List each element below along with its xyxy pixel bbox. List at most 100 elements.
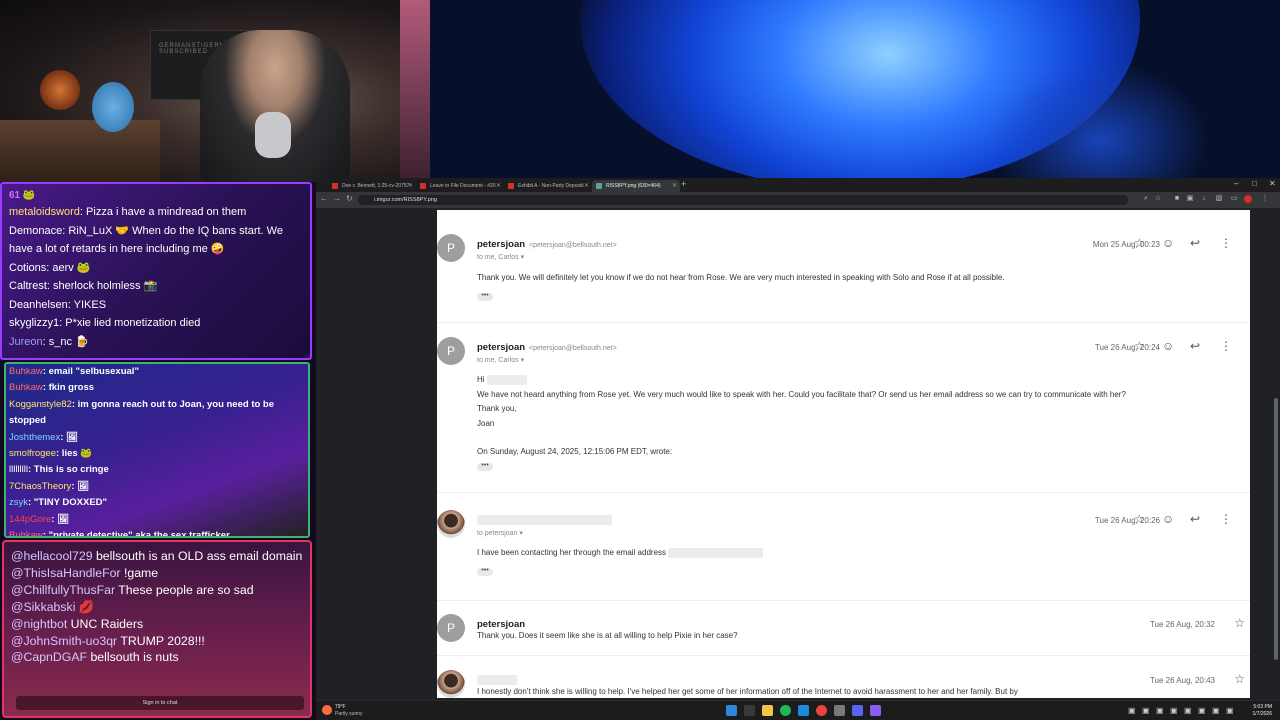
extensions-puzzle-icon[interactable]: ▧ bbox=[1215, 195, 1223, 203]
start-windows-icon[interactable] bbox=[726, 705, 737, 716]
spotify-icon[interactable] bbox=[780, 705, 791, 716]
star-icon[interactable]: ☆ bbox=[1234, 672, 1245, 686]
chat-username[interactable]: metaloidsword bbox=[9, 206, 80, 218]
chat-message: metaloidsword: Pizza i have a mindread o… bbox=[9, 203, 303, 222]
task-view-icon[interactable] bbox=[744, 705, 755, 716]
more-options-icon[interactable]: ⋮ bbox=[1220, 512, 1232, 526]
show-trimmed-content-button[interactable]: ••• bbox=[477, 567, 493, 576]
recipient-line[interactable]: to petersjoan ▾ bbox=[477, 529, 523, 537]
tray-icon[interactable]: ▣ bbox=[1142, 706, 1150, 715]
sidebar-icon[interactable]: ▭ bbox=[1230, 195, 1238, 203]
reply-icon[interactable]: ↩ bbox=[1190, 512, 1200, 526]
chat-username[interactable]: @JohnSmith-uo3qr bbox=[11, 634, 117, 648]
chat-username[interactable]: Deanhelsen bbox=[9, 299, 68, 311]
edge-icon[interactable] bbox=[798, 705, 809, 716]
tray-icon[interactable]: ▣ bbox=[1212, 706, 1220, 715]
tray-icon[interactable]: ▣ bbox=[1170, 706, 1178, 715]
chat-username[interactable]: @nightbot bbox=[11, 617, 67, 631]
chat-username[interactable]: Buhkaw bbox=[9, 366, 43, 377]
file-explorer-icon[interactable] bbox=[762, 705, 773, 716]
tray-icon[interactable]: ▣ bbox=[1226, 706, 1234, 715]
discord-icon[interactable] bbox=[852, 705, 863, 716]
close-icon[interactable]: ✕ bbox=[496, 180, 501, 192]
more-options-icon[interactable]: ⋮ bbox=[1220, 236, 1232, 250]
clock-time: 5:03 PM bbox=[1253, 704, 1272, 710]
taskbar: 79°F Partly sunny ▣ ▣ ▣ ▣ ▣ ▣ ▣ ▣ 5:03 P… bbox=[316, 700, 1280, 720]
star-icon[interactable]: ☆ bbox=[1234, 616, 1245, 630]
menu-kebab-icon[interactable]: ⋮ bbox=[1261, 195, 1269, 203]
back-icon[interactable]: ← bbox=[320, 194, 328, 203]
emoji-react-icon[interactable]: ☺ bbox=[1162, 512, 1174, 526]
tab-leave-to-file[interactable]: Leave to File Document - #20 ✕ bbox=[416, 180, 504, 192]
chat-username[interactable]: @CapnDGAF bbox=[11, 650, 87, 664]
sign-in-to-chat-button[interactable]: Sign in to chat bbox=[16, 696, 304, 710]
emoji-react-icon[interactable]: ☺ bbox=[1162, 339, 1174, 353]
system-clock[interactable]: 5:03 PM 1/7/2026 bbox=[1253, 704, 1272, 718]
chat-username[interactable]: 144pGore bbox=[9, 514, 51, 525]
chat-username[interactable]: @ThisIsaHandleFor bbox=[11, 566, 121, 580]
chat-column: 61 🐸 metaloidsword: Pizza i have a mindr… bbox=[0, 182, 315, 720]
chat-username[interactable]: Demonace bbox=[9, 225, 62, 237]
profile-avatar[interactable] bbox=[1244, 195, 1252, 203]
recipient-line[interactable]: to me, Carlos ▾ bbox=[477, 253, 524, 261]
chat-message: @CapnDGAF bellsouth is nuts bbox=[11, 649, 303, 666]
download-icon[interactable]: ↓ bbox=[1200, 195, 1208, 203]
chat-text: : email "selbusexual" bbox=[42, 366, 139, 377]
recipient-line[interactable]: to me, Carlos ▾ bbox=[477, 356, 524, 364]
tab-doe-v-bennett[interactable]: Doe v. Bennett, 1:25-cv-20757 ✕ bbox=[328, 180, 416, 192]
show-trimmed-content-button[interactable]: ••• bbox=[477, 292, 493, 301]
close-icon[interactable]: ✕ bbox=[584, 180, 589, 192]
chat-username[interactable]: 7ChaosTheory bbox=[9, 481, 71, 492]
chat-username[interactable]: Kogganstyle82 bbox=[9, 399, 72, 410]
weather-sun-icon[interactable] bbox=[322, 705, 332, 715]
reply-icon[interactable]: ↩ bbox=[1190, 339, 1200, 353]
extension-icon[interactable]: ■ bbox=[1173, 195, 1181, 203]
star-icon[interactable]: ☆ bbox=[1134, 339, 1145, 353]
chat-username[interactable]: Jureon bbox=[9, 336, 43, 348]
chat-username[interactable]: @ChillfullyThusFar bbox=[11, 583, 115, 597]
chat-username[interactable]: Buhkaw bbox=[9, 530, 43, 536]
extension-icon-2[interactable]: ▣ bbox=[1186, 195, 1194, 203]
emoji-react-icon[interactable]: ☺ bbox=[1162, 236, 1174, 250]
minimize-button[interactable]: – bbox=[1234, 179, 1238, 188]
tray-icon[interactable]: ▣ bbox=[1198, 706, 1206, 715]
chat-username[interactable]: smolfrogee bbox=[9, 448, 56, 459]
chat-username[interactable]: Joshthemex bbox=[9, 432, 60, 443]
zoom-icon[interactable]: ⌕ bbox=[1142, 195, 1150, 203]
tray-icon[interactable]: ▣ bbox=[1184, 706, 1192, 715]
page-scrollbar[interactable] bbox=[1274, 398, 1278, 660]
chat-username[interactable]: zsyk bbox=[9, 497, 28, 508]
chat-message: @ChillfullyThusFar These people are so s… bbox=[11, 582, 303, 599]
tray-icon[interactable]: ▣ bbox=[1128, 706, 1136, 715]
forward-icon[interactable]: → bbox=[333, 194, 341, 203]
address-bar[interactable]: i.imgur.com/RISS8PY.png bbox=[358, 195, 1128, 205]
reload-icon[interactable]: ↻ bbox=[346, 194, 353, 203]
chat-username[interactable]: Caltrest bbox=[9, 280, 47, 292]
new-tab-button[interactable]: + bbox=[681, 179, 686, 189]
tab-exhibit-a[interactable]: Exhibit A - Non-Party Depositi ✕ bbox=[504, 180, 592, 192]
chat-username[interactable]: skyglizzy1 bbox=[9, 317, 59, 329]
chat-text: : YIKES bbox=[67, 298, 107, 311]
tray-icon[interactable]: ▣ bbox=[1156, 706, 1164, 715]
show-trimmed-content-button[interactable]: ••• bbox=[477, 462, 493, 471]
chat-username[interactable]: Buhkaw bbox=[9, 382, 43, 393]
settings-gear-icon[interactable] bbox=[834, 705, 845, 716]
bookmark-star-icon[interactable]: ☆ bbox=[1154, 195, 1162, 203]
close-window-button[interactable]: ✕ bbox=[1269, 179, 1276, 188]
tab-imgur-image[interactable]: RISS8PY.png (630×464) ✕ bbox=[592, 180, 680, 192]
sender-line bbox=[477, 515, 616, 526]
toy-figure bbox=[92, 82, 134, 132]
chat-username[interactable]: @Sikkabski bbox=[11, 600, 75, 614]
chrome-icon[interactable] bbox=[816, 705, 827, 716]
star-icon[interactable]: ☆ bbox=[1134, 236, 1145, 250]
chat-username[interactable]: Cotions bbox=[9, 262, 46, 274]
reply-icon[interactable]: ↩ bbox=[1190, 236, 1200, 250]
chat-username[interactable]: lllllllll bbox=[9, 464, 28, 475]
close-icon[interactable]: ✕ bbox=[672, 180, 677, 192]
chat-username[interactable]: @hellacool729 bbox=[11, 549, 93, 563]
star-icon[interactable]: ☆ bbox=[1134, 512, 1145, 526]
maximize-button[interactable]: □ bbox=[1252, 179, 1257, 188]
obs-icon[interactable] bbox=[870, 705, 881, 716]
close-icon[interactable]: ✕ bbox=[408, 180, 413, 192]
more-options-icon[interactable]: ⋮ bbox=[1220, 339, 1232, 353]
